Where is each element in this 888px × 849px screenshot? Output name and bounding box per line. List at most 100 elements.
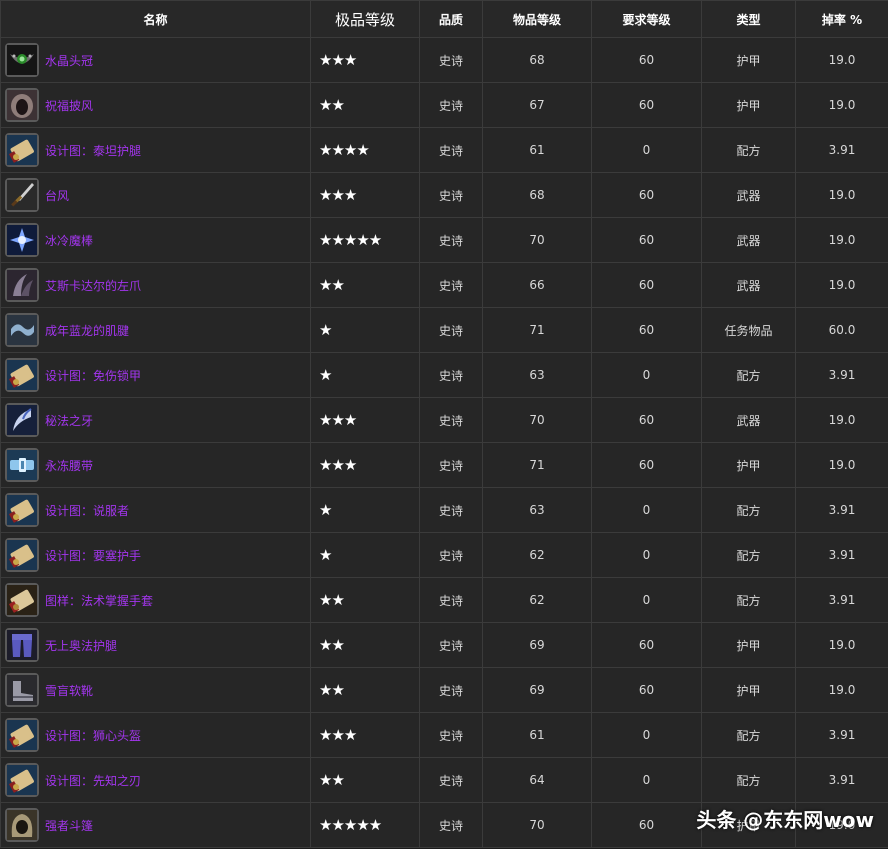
item-name-link[interactable]: 冰冷魔棒 xyxy=(45,232,93,249)
col-header-req-level[interactable]: 要求等级 xyxy=(591,0,702,38)
scroll-icon[interactable] xyxy=(5,718,39,752)
frost-wand-icon[interactable] xyxy=(5,223,39,257)
col-header-name[interactable]: 名称 xyxy=(0,0,311,38)
cell-name: 冰冷魔棒 xyxy=(0,217,311,263)
rarity-stars: ★★★ xyxy=(319,51,357,69)
table-row[interactable]: 雪盲软靴 ★★ 史诗 69 60 护甲 19.0 xyxy=(0,667,888,713)
rarity-stars: ★★ xyxy=(319,276,345,294)
item-name-link[interactable]: 设计图：免伤锁甲 xyxy=(45,367,141,384)
item-name-link[interactable]: 永冻腰带 xyxy=(45,457,93,474)
item-name-link[interactable]: 秘法之牙 xyxy=(45,412,93,429)
scroll-icon[interactable] xyxy=(5,493,39,527)
col-header-quality[interactable]: 品质 xyxy=(419,0,483,38)
cell-drop-rate: 19.0 xyxy=(795,82,888,128)
hood-icon[interactable] xyxy=(5,808,39,842)
item-name-link[interactable]: 雪盲软靴 xyxy=(45,682,93,699)
cell-quality: 史诗 xyxy=(419,442,483,488)
cell-quality: 史诗 xyxy=(419,667,483,713)
table-row[interactable]: 秘法之牙 ★★★ 史诗 70 60 武器 19.0 xyxy=(0,397,888,443)
rarity-stars: ★★★★★ xyxy=(319,231,382,249)
item-name-link[interactable]: 设计图：先知之刃 xyxy=(45,772,141,789)
table-row[interactable]: 图样：法术掌握手套 ★★ 史诗 62 0 配方 3.91 xyxy=(0,577,888,623)
col-header-rarity[interactable]: 极品等级 xyxy=(310,0,420,38)
item-name-link[interactable]: 水晶头冠 xyxy=(45,52,93,69)
cell-quality: 史诗 xyxy=(419,172,483,218)
cell-name: 设计图：免伤锁甲 xyxy=(0,352,311,398)
cell-rarity: ★★★ xyxy=(310,172,420,218)
cell-item-level: 61 xyxy=(482,127,592,173)
item-name-link[interactable]: 强者斗篷 xyxy=(45,817,93,834)
cell-quality: 史诗 xyxy=(419,487,483,533)
item-name-wrap: 水晶头冠 xyxy=(5,43,310,77)
table-row[interactable]: 祝福披风 ★★ 史诗 67 60 护甲 19.0 xyxy=(0,82,888,128)
sinew-icon[interactable] xyxy=(5,313,39,347)
cell-type: 配方 xyxy=(701,487,796,533)
item-name-link[interactable]: 台风 xyxy=(45,187,69,204)
cell-req-level: 0 xyxy=(591,712,702,758)
sword-icon[interactable] xyxy=(5,178,39,212)
item-name-link[interactable]: 设计图：狮心头盔 xyxy=(45,727,141,744)
scroll-icon[interactable] xyxy=(5,538,39,572)
cell-name: 水晶头冠 xyxy=(0,37,311,83)
table-row[interactable]: 台风 ★★★ 史诗 68 60 武器 19.0 xyxy=(0,172,888,218)
rarity-stars: ★ xyxy=(319,546,332,564)
item-name-link[interactable]: 设计图：要塞护手 xyxy=(45,547,141,564)
cell-rarity: ★ xyxy=(310,352,420,398)
cell-rarity: ★★★ xyxy=(310,442,420,488)
crystal-crown-icon[interactable] xyxy=(5,43,39,77)
item-name-link[interactable]: 艾斯卡达尔的左爪 xyxy=(45,277,141,294)
cell-quality: 史诗 xyxy=(419,217,483,263)
scroll-icon[interactable] xyxy=(5,358,39,392)
rarity-stars: ★★ xyxy=(319,591,345,609)
rarity-stars: ★★ xyxy=(319,681,345,699)
claw-icon[interactable] xyxy=(5,268,39,302)
table-row[interactable]: 设计图：狮心头盔 ★★★ 史诗 61 0 配方 3.91 xyxy=(0,712,888,758)
pattern-scroll-icon[interactable] xyxy=(5,583,39,617)
col-header-type[interactable]: 类型 xyxy=(701,0,796,38)
cell-item-level: 66 xyxy=(482,262,592,308)
table-row[interactable]: 永冻腰带 ★★★ 史诗 71 60 护甲 19.0 xyxy=(0,442,888,488)
belt-icon[interactable] xyxy=(5,448,39,482)
cell-drop-rate: 19.0 xyxy=(795,217,888,263)
item-name-link[interactable]: 成年蓝龙的肌腱 xyxy=(45,322,129,339)
item-name-link[interactable]: 图样：法术掌握手套 xyxy=(45,592,153,609)
item-name-wrap: 设计图：先知之刃 xyxy=(5,763,310,797)
cell-drop-rate: 19.0 xyxy=(795,397,888,443)
table-row[interactable]: 无上奥法护腿 ★★ 史诗 69 60 护甲 19.0 xyxy=(0,622,888,668)
cell-rarity: ★★★★★ xyxy=(310,802,420,848)
cell-type: 武器 xyxy=(701,397,796,443)
table-row[interactable]: 艾斯卡达尔的左爪 ★★ 史诗 66 60 武器 19.0 xyxy=(0,262,888,308)
cell-rarity: ★★ xyxy=(310,622,420,668)
col-header-drop-rate[interactable]: 掉率 % xyxy=(795,0,888,38)
table-row[interactable]: 设计图：免伤锁甲 ★ 史诗 63 0 配方 3.91 xyxy=(0,352,888,398)
item-name-wrap: 设计图：狮心头盔 xyxy=(5,718,310,752)
cell-drop-rate: 3.91 xyxy=(795,487,888,533)
item-name-link[interactable]: 祝福披风 xyxy=(45,97,93,114)
scroll-icon[interactable] xyxy=(5,133,39,167)
table-row[interactable]: 设计图：要塞护手 ★ 史诗 62 0 配方 3.91 xyxy=(0,532,888,578)
table-row[interactable]: 设计图：说服者 ★ 史诗 63 0 配方 3.91 xyxy=(0,487,888,533)
cloak-icon[interactable] xyxy=(5,88,39,122)
item-name-wrap: 设计图：要塞护手 xyxy=(5,538,310,572)
cell-req-level: 60 xyxy=(591,802,702,848)
item-name-link[interactable]: 设计图：说服者 xyxy=(45,502,129,519)
cell-req-level: 0 xyxy=(591,352,702,398)
cell-item-level: 61 xyxy=(482,712,592,758)
cell-drop-rate: 19.0 xyxy=(795,442,888,488)
item-name-link[interactable]: 设计图：泰坦护腿 xyxy=(45,142,141,159)
item-name-link[interactable]: 无上奥法护腿 xyxy=(45,637,117,654)
col-header-item-level[interactable]: 物品等级 xyxy=(482,0,592,38)
table-row[interactable]: 水晶头冠 ★★★ 史诗 68 60 护甲 19.0 xyxy=(0,37,888,83)
scroll-icon[interactable] xyxy=(5,763,39,797)
item-name-wrap: 设计图：泰坦护腿 xyxy=(5,133,310,167)
fang-icon[interactable] xyxy=(5,403,39,437)
table-row[interactable]: 成年蓝龙的肌腱 ★ 史诗 71 60 任务物品 60.0 xyxy=(0,307,888,353)
leggings-icon[interactable] xyxy=(5,628,39,662)
cell-name: 成年蓝龙的肌腱 xyxy=(0,307,311,353)
item-name-wrap: 永冻腰带 xyxy=(5,448,310,482)
table-row[interactable]: 冰冷魔棒 ★★★★★ 史诗 70 60 武器 19.0 xyxy=(0,217,888,263)
cell-drop-rate: 3.91 xyxy=(795,127,888,173)
table-row[interactable]: 设计图：先知之刃 ★★ 史诗 64 0 配方 3.91 xyxy=(0,757,888,803)
boots-icon[interactable] xyxy=(5,673,39,707)
table-row[interactable]: 设计图：泰坦护腿 ★★★★ 史诗 61 0 配方 3.91 xyxy=(0,127,888,173)
